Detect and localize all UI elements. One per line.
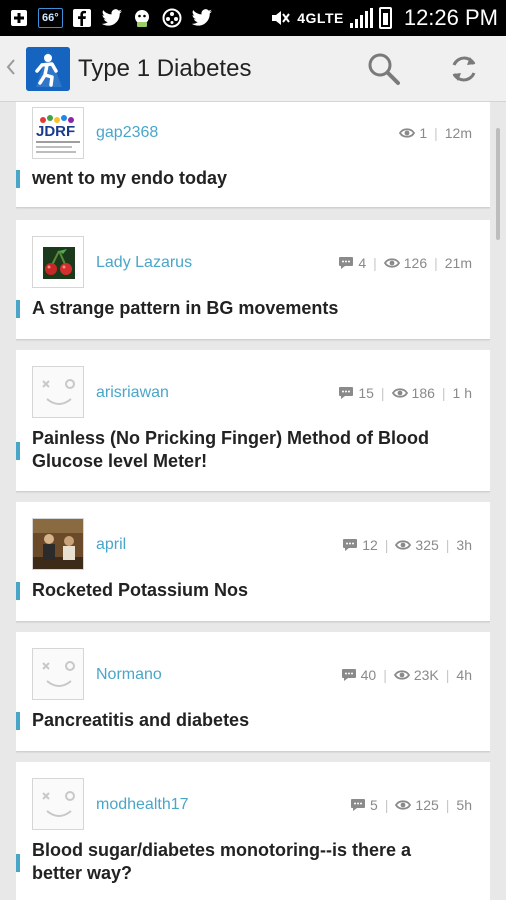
- view-count: 1: [419, 125, 428, 141]
- post-username[interactable]: Lady Lazarus: [96, 254, 192, 272]
- comment-count: 40: [360, 667, 377, 683]
- scrollbar[interactable]: [496, 128, 500, 240]
- android-icon: [131, 7, 153, 29]
- add-icon: [8, 7, 30, 29]
- post-card[interactable]: Lady Lazarus 4 | 126 | 21m A strange pat…: [16, 220, 490, 340]
- comment-icon: [342, 538, 358, 552]
- topic-feed[interactable]: JDRF gap2368 1 | 12m went to my endo tod…: [16, 102, 490, 900]
- post-username[interactable]: april: [96, 536, 126, 554]
- comment-icon: [338, 386, 354, 400]
- mute-icon: [269, 7, 291, 29]
- default-face-icon: [33, 367, 83, 417]
- avatar[interactable]: [32, 778, 84, 830]
- twitter-icon: [101, 7, 123, 29]
- network-type: 4GLTE: [297, 10, 344, 26]
- twitter-icon-2: [191, 7, 213, 29]
- post-title[interactable]: A strange pattern in BG movements: [32, 297, 466, 320]
- signal-icon: [349, 8, 373, 28]
- eye-icon: [395, 799, 412, 811]
- post-stats: 1 | 12m: [399, 125, 472, 141]
- status-time: 12:26 PM: [403, 5, 498, 30]
- post-username[interactable]: Normano: [96, 666, 162, 684]
- svg-text:JDRF: JDRF: [36, 123, 75, 140]
- view-count: 125: [415, 797, 439, 813]
- avatar[interactable]: [32, 366, 84, 418]
- post-stats: 12 | 325 | 3h: [342, 537, 472, 553]
- person-logo-icon[interactable]: [26, 46, 70, 91]
- photo-image: [33, 519, 83, 569]
- view-count: 325: [415, 537, 439, 553]
- title-accent: [16, 170, 20, 188]
- comment-count: 12: [362, 537, 378, 553]
- page-title: Type 1 Diabetes: [78, 54, 252, 82]
- jdrf-logo-image: JDRF: [33, 108, 83, 158]
- eye-icon: [383, 257, 400, 269]
- title-accent: [16, 854, 20, 872]
- post-username[interactable]: arisriawan: [96, 384, 169, 402]
- weather-temp-badge: 66°: [38, 8, 63, 28]
- view-count: 186: [411, 385, 435, 401]
- post-time: 5h: [456, 797, 472, 813]
- post-username[interactable]: gap2368: [96, 124, 158, 142]
- comment-icon: [338, 256, 354, 270]
- comment-icon: [341, 668, 357, 682]
- title-accent: [16, 442, 20, 460]
- app-bar: Type 1 Diabetes: [0, 36, 506, 102]
- comment-icon: [350, 798, 366, 812]
- eye-icon: [399, 127, 416, 139]
- view-count: 126: [403, 255, 428, 271]
- post-title[interactable]: Blood sugar/diabetes monotoring--is ther…: [32, 839, 466, 885]
- post-title[interactable]: Rocketed Potassium Nos: [32, 579, 466, 602]
- back-chevron-icon[interactable]: [6, 56, 22, 82]
- post-card[interactable]: arisriawan 15 | 186 | 1 h Painless (No P…: [16, 350, 490, 492]
- post-card[interactable]: JDRF gap2368 1 | 12m went to my endo tod…: [16, 102, 490, 208]
- refresh-icon[interactable]: [444, 49, 484, 89]
- post-title[interactable]: Painless (No Pricking Finger) Method of …: [32, 427, 466, 473]
- comment-count: 4: [358, 255, 367, 271]
- media-reel-icon: [161, 7, 183, 29]
- search-icon[interactable]: [364, 49, 404, 89]
- default-face-icon: [33, 649, 83, 699]
- comment-count: 5: [369, 797, 378, 813]
- post-stats: 5 | 125 | 5h: [350, 797, 472, 813]
- post-title[interactable]: went to my endo today: [32, 167, 466, 190]
- post-username[interactable]: modhealth17: [96, 796, 189, 814]
- post-title[interactable]: Pancreatitis and diabetes: [32, 709, 466, 732]
- eye-icon: [391, 387, 408, 399]
- post-card[interactable]: modhealth17 5 | 125 | 5h Blood sugar/dia…: [16, 762, 490, 900]
- cherries-image: [33, 237, 83, 287]
- status-bar: 66° 4GLTE 12:26 PM: [0, 0, 506, 36]
- default-face-icon: [33, 779, 83, 829]
- post-time: 4h: [456, 667, 472, 683]
- battery-icon: [378, 7, 392, 29]
- avatar[interactable]: JDRF: [32, 107, 84, 159]
- avatar[interactable]: [32, 648, 84, 700]
- eye-icon: [393, 669, 410, 681]
- view-count: 23K: [413, 667, 439, 683]
- post-time: 3h: [456, 537, 472, 553]
- post-time: 12m: [444, 125, 472, 141]
- eye-icon: [395, 539, 412, 551]
- avatar[interactable]: [32, 236, 84, 288]
- title-accent: [16, 300, 20, 318]
- post-time: 1 h: [452, 385, 472, 401]
- facebook-icon: [71, 7, 93, 29]
- title-accent: [16, 582, 20, 600]
- post-stats: 40 | 23K | 4h: [341, 667, 472, 683]
- post-stats: 4 | 126 | 21m: [338, 255, 472, 271]
- avatar[interactable]: [32, 518, 84, 570]
- post-card[interactable]: april 12 | 325 | 3h Rocketed Potassium N…: [16, 502, 490, 622]
- post-time: 21m: [444, 255, 472, 271]
- title-accent: [16, 712, 20, 730]
- comment-count: 15: [358, 385, 374, 401]
- post-stats: 15 | 186 | 1 h: [338, 385, 472, 401]
- post-card[interactable]: Normano 40 | 23K | 4h Pancreatitis and d…: [16, 632, 490, 752]
